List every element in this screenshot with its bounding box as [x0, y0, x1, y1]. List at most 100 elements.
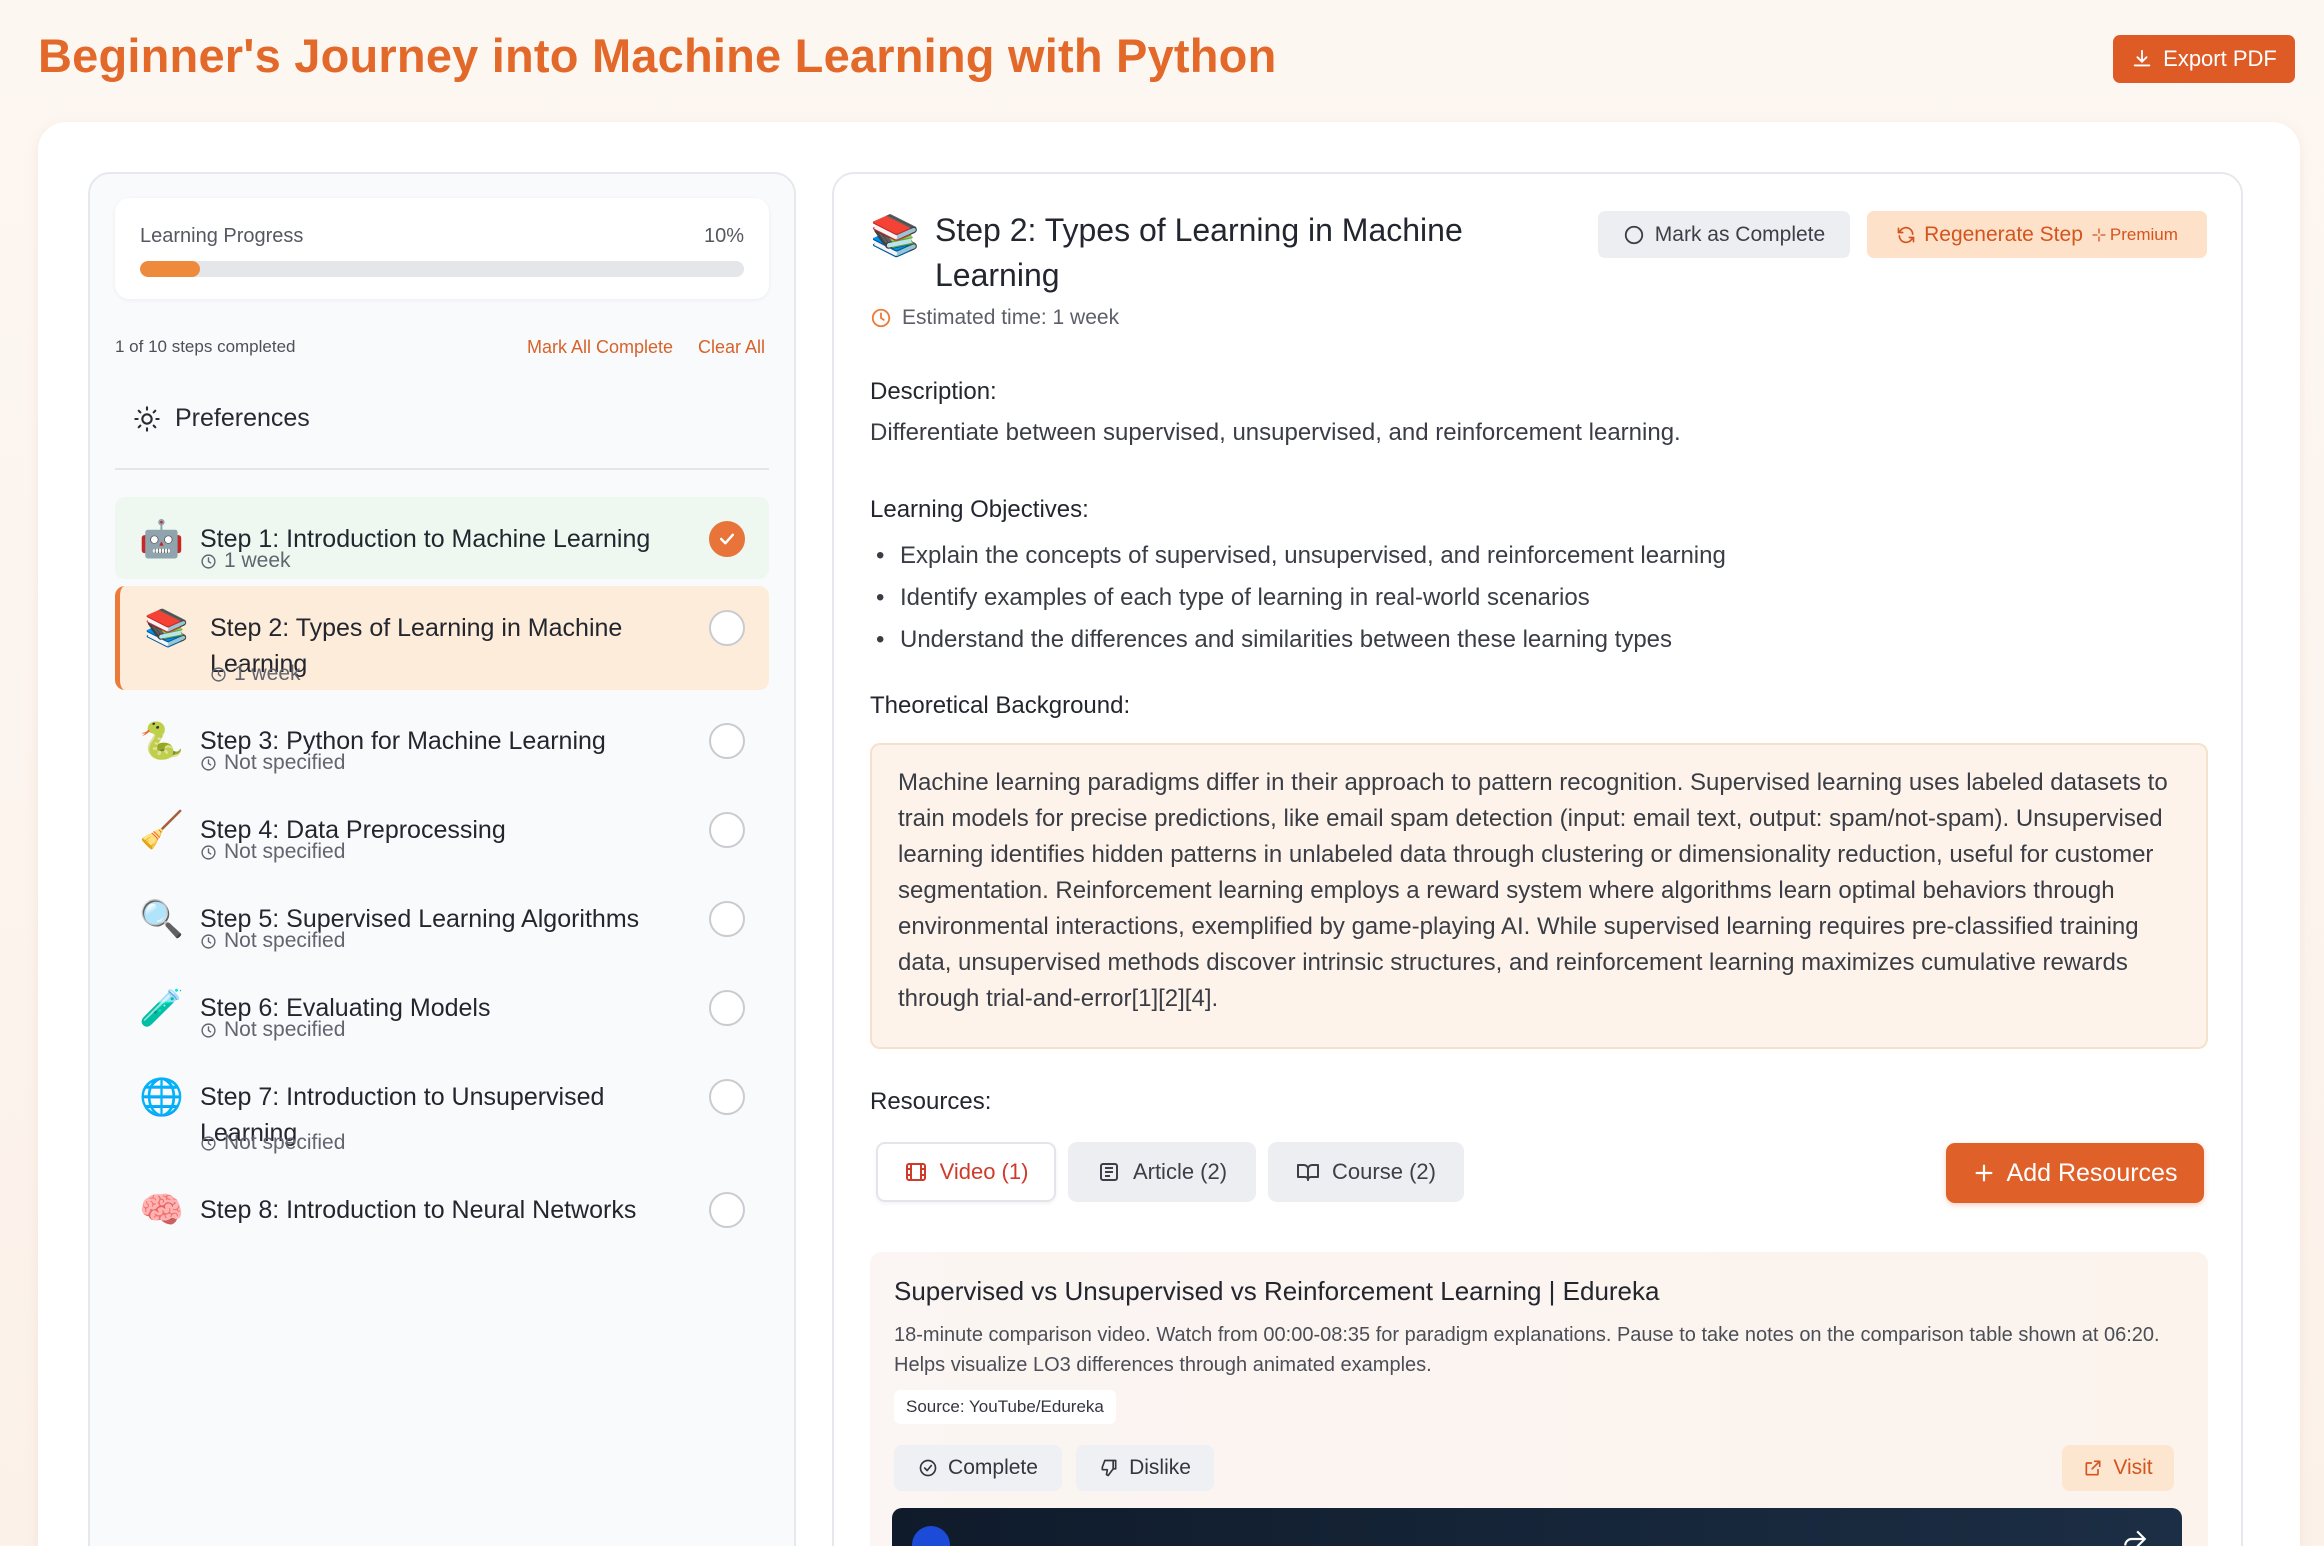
film-icon	[905, 1163, 926, 1181]
progress-box: Learning Progress 10%	[115, 198, 769, 299]
step-complete-checkbox[interactable]	[709, 812, 745, 848]
resource-visit-button[interactable]: Visit	[2062, 1445, 2174, 1491]
step-emoji: 🧠	[139, 1189, 184, 1230]
resource-complete-button[interactable]: Complete	[894, 1445, 1062, 1491]
theory-text: Machine learning paradigms differ in the…	[870, 743, 2208, 1049]
step-emoji: 📚	[870, 214, 920, 258]
progress-fill	[140, 261, 201, 277]
resource-title: Supervised vs Unsupervised vs Reinforcem…	[894, 1276, 1660, 1306]
check-icon	[719, 533, 735, 545]
external-link-icon	[2085, 1460, 2101, 1476]
add-resources-button[interactable]: Add Resources	[1946, 1143, 2204, 1203]
step-duration-text: Not specified	[224, 1131, 346, 1154]
video-player[interactable]	[892, 1508, 2182, 1546]
step-complete-checkbox[interactable]	[709, 1079, 745, 1115]
objective-item: Identify examples of each type of learni…	[870, 577, 1726, 619]
sidebar-step-2[interactable]: 📚 Step 2: Types of Learning in Machine Le…	[115, 586, 769, 690]
clear-all-link[interactable]: Clear All	[698, 337, 765, 358]
step-emoji: 🐍	[139, 720, 184, 761]
clock-icon	[201, 1135, 216, 1151]
regenerate-step-label: Regenerate Step	[1924, 222, 2083, 246]
step-duration-text: 1 week	[234, 662, 301, 685]
step-complete-checkbox[interactable]	[709, 521, 745, 557]
step-duration: 1 week	[210, 662, 301, 686]
step-emoji: 🔍	[139, 898, 184, 939]
step-title: Step 2: Types of Learning in Machine Lea…	[935, 212, 1463, 293]
add-resources-label: Add Resources	[2006, 1158, 2178, 1187]
objectives-list: Explain the concepts of supervised, unsu…	[870, 535, 1726, 661]
step-complete-checkbox[interactable]	[709, 990, 745, 1026]
resources-heading: Resources:	[870, 1088, 992, 1115]
progress-bar	[140, 261, 744, 277]
tab-course[interactable]: Course (2)	[1268, 1142, 1464, 1202]
sidebar-step-4[interactable]: 🧹 Step 4: Data Preprocessing Not specified	[115, 788, 769, 870]
premium-label: Premium	[2109, 224, 2178, 244]
sparkle-icon	[2092, 227, 2106, 242]
resource-visit-label: Visit	[2113, 1456, 2153, 1479]
clock-icon	[211, 666, 226, 682]
estimated-time: Estimated time: 1 week	[870, 306, 1119, 330]
resource-dislike-button[interactable]: Dislike	[1076, 1445, 1214, 1491]
tab-video[interactable]: Video (1)	[876, 1142, 1056, 1202]
circle-icon	[1624, 225, 1643, 244]
step-emoji: 🤖	[139, 518, 184, 559]
lightbulb-icon	[134, 405, 160, 432]
clock-icon	[201, 844, 216, 860]
step-duration-text: Not specified	[224, 751, 346, 774]
resource-dislike-label: Dislike	[1129, 1456, 1191, 1479]
plus-icon	[1975, 1164, 1992, 1182]
clock-icon	[201, 933, 216, 949]
resource-source-badge: Source: YouTube/Edureka	[894, 1390, 1116, 1424]
divider	[115, 468, 769, 470]
step-duration-text: Not specified	[224, 840, 346, 863]
objective-item: Explain the concepts of supervised, unsu…	[870, 535, 1726, 577]
export-pdf-label: Export PDF	[2163, 46, 2277, 71]
clock-icon	[201, 553, 216, 569]
sidebar-step-8[interactable]: 🧠 Step 8: Introduction to Neural Networks	[115, 1168, 769, 1238]
resource-description: 18-minute comparison video. Watch from 0…	[894, 1324, 2160, 1376]
step-complete-checkbox[interactable]	[709, 1192, 745, 1228]
share-icon[interactable]	[2122, 1526, 2148, 1546]
export-pdf-button[interactable]: Export PDF	[2113, 35, 2295, 83]
estimated-time-text: Estimated time: 1 week	[902, 306, 1120, 329]
tab-article[interactable]: Article (2)	[1068, 1142, 1256, 1202]
step-emoji: 🧹	[139, 809, 184, 850]
sidebar-step-3[interactable]: 🐍 Step 3: Python for Machine Learning Not …	[115, 699, 769, 781]
step-complete-checkbox[interactable]	[709, 610, 745, 646]
thumbs-down-icon	[1101, 1459, 1117, 1477]
mark-all-complete-link[interactable]: Mark All Complete	[527, 337, 673, 358]
book-open-icon	[1297, 1164, 1320, 1181]
step-duration: Not specified	[200, 1018, 345, 1042]
sidebar-step-5[interactable]: 🔍 Step 5: Supervised Learning Algorithms N…	[115, 877, 769, 959]
description-text: Differentiate between supervised, unsupe…	[870, 419, 1681, 446]
step-duration: Not specified	[200, 751, 345, 775]
objective-item: Understand the differences and similarit…	[870, 619, 1726, 661]
preferences-toggle[interactable]: Preferences	[133, 404, 310, 433]
mark-as-complete-button[interactable]: Mark as Complete	[1598, 211, 1850, 258]
description-heading: Description:	[870, 378, 997, 405]
check-circle-icon	[919, 1459, 937, 1477]
step-duration-text: Not specified	[224, 929, 346, 952]
step-complete-checkbox[interactable]	[709, 901, 745, 937]
progress-label: Learning Progress	[140, 225, 304, 247]
preferences-label: Preferences	[175, 404, 310, 432]
premium-badge: Premium	[2091, 225, 2178, 245]
clock-icon	[201, 1022, 216, 1038]
clock-icon	[201, 755, 216, 771]
refresh-icon	[1897, 226, 1915, 243]
step-title: Step 8: Introduction to Neural Networks	[200, 1196, 637, 1224]
theory-heading: Theoretical Background:	[870, 692, 1131, 719]
progress-percent: 10%	[703, 225, 744, 247]
sidebar-step-1[interactable]: 🤖 Step 1: Introduction to Machine Learnin…	[115, 497, 769, 579]
mark-as-complete-label: Mark as Complete	[1654, 222, 1826, 246]
regenerate-step-button[interactable]: Regenerate Step Premium	[1867, 211, 2207, 258]
sidebar-step-6[interactable]: 🧪 Step 6: Evaluating Models Not specified	[115, 966, 769, 1048]
sidebar: Learning Progress 10% 1 of 10 steps comp…	[88, 172, 796, 1546]
step-emoji: 📚	[144, 607, 189, 648]
step-complete-checkbox[interactable]	[709, 723, 745, 759]
sidebar-step-7[interactable]: 🌐 Step 7: Introduction to Unsupervised Le…	[115, 1055, 769, 1159]
step-duration-text: 1 week	[224, 549, 291, 572]
download-icon	[2133, 49, 2151, 67]
step-duration: Not specified	[200, 1131, 345, 1155]
objectives-heading: Learning Objectives:	[870, 496, 1089, 523]
